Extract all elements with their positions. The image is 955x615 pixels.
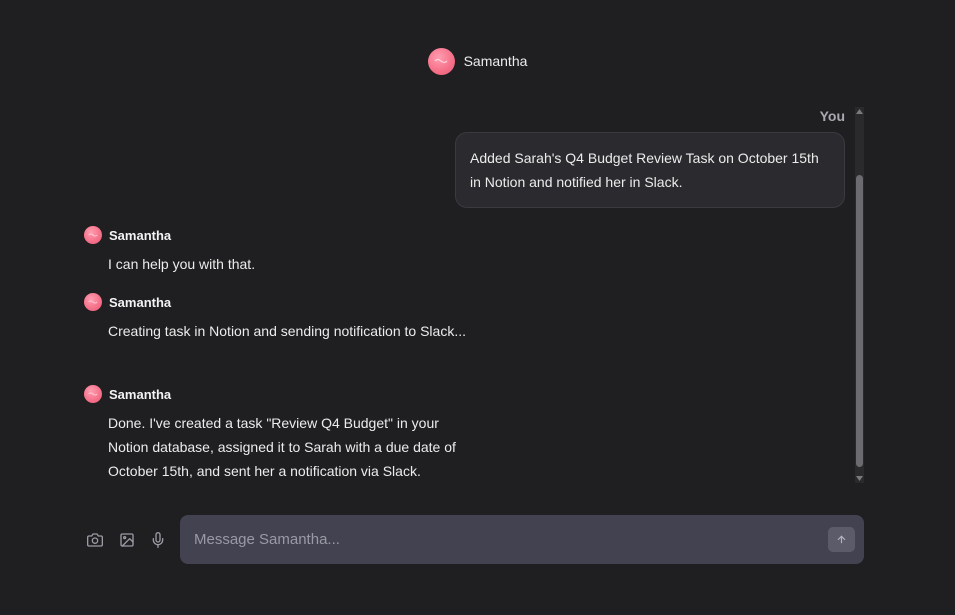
samantha-avatar-icon [84, 293, 102, 311]
assistant-message: Samantha Creating task in Notion and sen… [84, 292, 466, 343]
user-label: You [819, 108, 845, 124]
composer [0, 515, 955, 564]
chat-app: Samantha You Added Sarah's Q4 Budget Rev… [0, 0, 955, 615]
scrollbar-thumb[interactable] [856, 175, 863, 467]
assistant-name: Samantha [109, 294, 172, 310]
assistant-message-text: I can help you with that. [108, 256, 256, 272]
scroll-down-arrow-icon[interactable] [855, 474, 864, 483]
message-input[interactable] [194, 527, 814, 552]
send-button[interactable] [828, 527, 855, 552]
assistant-message-text: Creating task in Notion and sending noti… [108, 323, 466, 339]
message-list: You Added Sarah's Q4 Budget Review Task … [70, 104, 865, 484]
assistant-message-text: Done. I've created a task "Review Q4 Bud… [108, 415, 456, 479]
user-message: Added Sarah's Q4 Budget Review Task on O… [455, 132, 845, 208]
camera-icon[interactable] [85, 530, 105, 550]
message-list-scrollbar[interactable] [855, 107, 864, 483]
arrow-up-icon [837, 535, 846, 544]
samantha-avatar-icon [427, 47, 455, 75]
image-icon[interactable] [117, 530, 137, 550]
samantha-avatar-icon [84, 226, 102, 244]
assistant-message: Samantha I can help you with that. [84, 225, 464, 276]
scroll-up-arrow-icon[interactable] [855, 107, 864, 116]
assistant-name: Samantha [109, 227, 172, 243]
message-input-container [180, 515, 864, 564]
header-title: Samantha [463, 53, 528, 69]
chat-header: Samantha [0, 46, 955, 76]
samantha-avatar-icon [84, 385, 102, 403]
microphone-icon[interactable] [148, 530, 168, 550]
assistant-message: Samantha Done. I've created a task "Revi… [84, 384, 464, 483]
assistant-name: Samantha [109, 386, 172, 402]
